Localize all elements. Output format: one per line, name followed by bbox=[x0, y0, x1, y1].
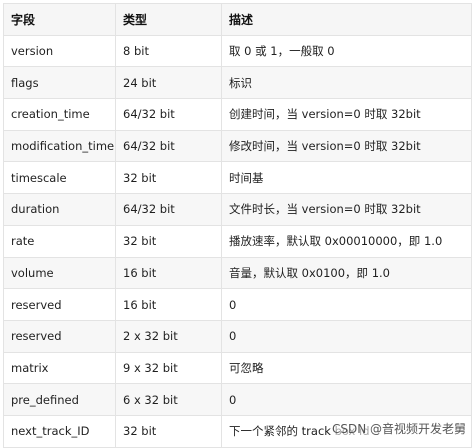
cell-type: 16 bit bbox=[115, 288, 222, 321]
cell-field: next_track_ID bbox=[3, 414, 116, 448]
cell-type: 64/32 bit bbox=[115, 129, 222, 163]
cell-description: 修改时间，当 version=0 时取 32bit bbox=[221, 129, 472, 163]
cell-field: volume bbox=[3, 256, 116, 290]
cell-field: reserved bbox=[3, 288, 116, 321]
cell-description: 文件时长，当 version=0 时取 32bit bbox=[221, 193, 472, 226]
cell-field: reserved bbox=[3, 319, 116, 353]
cell-type: 64/32 bit bbox=[115, 98, 222, 131]
table-row: flags 24 bit 标识 bbox=[3, 66, 472, 100]
table-row: rate 32 bit 播放速率，默认取 0x00010000，即 1.0 bbox=[3, 224, 472, 258]
table-row: reserved 2 x 32 bit 0 bbox=[3, 319, 472, 353]
cell-type: 32 bit bbox=[115, 161, 222, 195]
cell-description: 创建时间，当 version=0 时取 32bit bbox=[221, 98, 472, 131]
cell-type: 16 bit bbox=[115, 256, 222, 290]
cell-field: timescale bbox=[3, 161, 116, 195]
cell-field: pre_defined bbox=[3, 383, 116, 416]
table-row: duration 64/32 bit 文件时长，当 version=0 时取 3… bbox=[3, 193, 472, 226]
cell-field: version bbox=[3, 34, 116, 68]
cell-field: duration bbox=[3, 193, 116, 226]
cell-description: 0 bbox=[221, 288, 472, 321]
cell-field: creation_time bbox=[3, 98, 116, 131]
cell-description: 0 bbox=[221, 383, 472, 416]
cell-type: 64/32 bit bbox=[115, 193, 222, 226]
cell-type: 24 bit bbox=[115, 66, 222, 100]
source-caption: CSDN @音视频开发老舅 bbox=[331, 420, 466, 437]
cell-field: rate bbox=[3, 224, 116, 258]
cell-description: 播放速率，默认取 0x00010000，即 1.0 bbox=[221, 224, 472, 258]
cell-type: 2 x 32 bit bbox=[115, 319, 222, 353]
field-table: 字段 类型 描述 version 8 bit 取 0 或 1，一般取 0 fla… bbox=[3, 3, 472, 448]
table-row: modification_time 64/32 bit 修改时间，当 versi… bbox=[3, 129, 472, 163]
table-row: reserved 16 bit 0 bbox=[3, 288, 472, 321]
cell-description: 音量，默认取 0x0100，即 1.0 bbox=[221, 256, 472, 290]
cell-type: 6 x 32 bit bbox=[115, 383, 222, 416]
cell-type: 9 x 32 bit bbox=[115, 351, 222, 385]
cell-type: 8 bit bbox=[115, 34, 222, 68]
cell-description: 标识 bbox=[221, 66, 472, 100]
cell-field: matrix bbox=[3, 351, 116, 385]
cell-description: 时间基 bbox=[221, 161, 472, 195]
cell-description: 取 0 或 1，一般取 0 bbox=[221, 34, 472, 68]
table-row: version 8 bit 取 0 或 1，一般取 0 bbox=[3, 34, 472, 68]
header-type: 类型 bbox=[115, 3, 222, 36]
table-row: matrix 9 x 32 bit 可忽略 bbox=[3, 351, 472, 385]
cell-description: 0 bbox=[221, 319, 472, 353]
table-header-row: 字段 类型 描述 bbox=[3, 3, 472, 36]
header-description: 描述 bbox=[221, 3, 472, 36]
cell-type: 32 bit bbox=[115, 414, 222, 448]
table-row: creation_time 64/32 bit 创建时间，当 version=0… bbox=[3, 98, 472, 131]
cell-type: 32 bit bbox=[115, 224, 222, 258]
table-row: volume 16 bit 音量，默认取 0x0100，即 1.0 bbox=[3, 256, 472, 290]
cell-field: modification_time bbox=[3, 129, 116, 163]
cell-description: 可忽略 bbox=[221, 351, 472, 385]
table-row: timescale 32 bit 时间基 bbox=[3, 161, 472, 195]
cell-field: flags bbox=[3, 66, 116, 100]
table-row: pre_defined 6 x 32 bit 0 bbox=[3, 383, 472, 416]
header-field: 字段 bbox=[3, 3, 116, 36]
